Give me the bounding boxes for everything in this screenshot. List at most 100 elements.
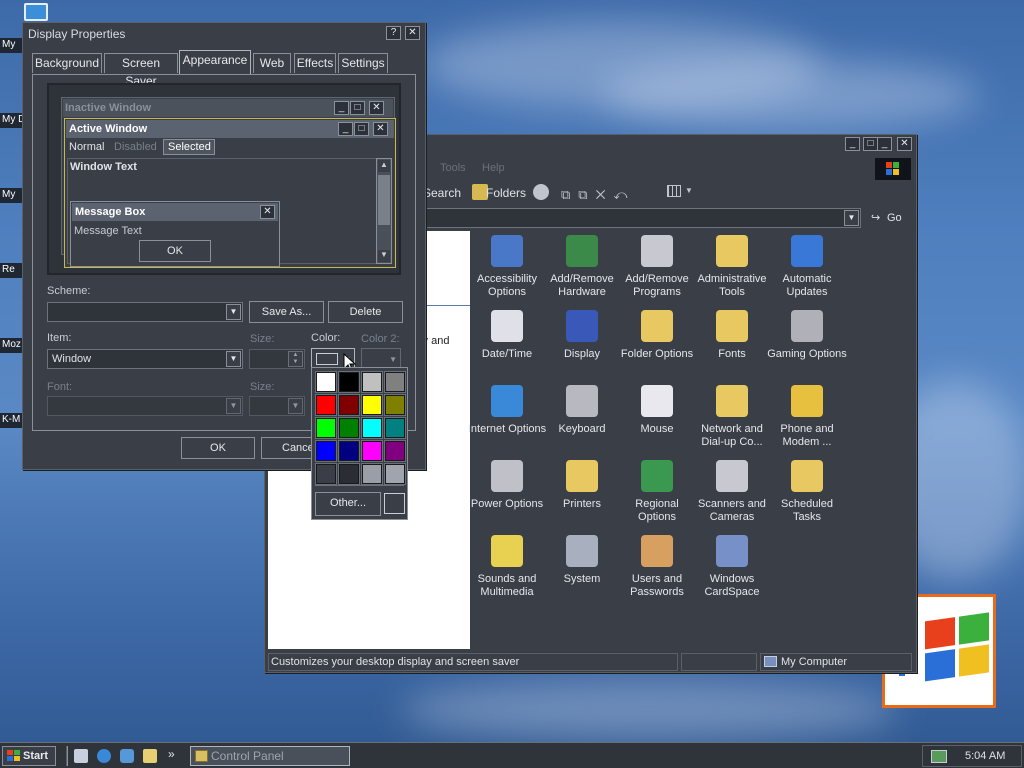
menu-help[interactable]: Help xyxy=(482,162,505,174)
scroll-up-icon[interactable]: ▲ xyxy=(378,160,390,172)
color-swatch[interactable] xyxy=(384,371,406,393)
desktop-icon-label[interactable]: My xyxy=(0,188,22,203)
control-panel-item[interactable]: Keyboard xyxy=(542,385,622,436)
color-swatch[interactable] xyxy=(361,417,383,439)
color-swatch[interactable] xyxy=(338,463,360,485)
desktop-icon-label[interactable]: My D xyxy=(0,113,22,128)
scheme-select[interactable]: ▼ xyxy=(47,302,243,322)
network-tray-icon[interactable] xyxy=(931,750,947,763)
explorer-icon[interactable] xyxy=(143,749,157,763)
clock[interactable]: 5:04 AM xyxy=(965,750,1005,762)
close-button[interactable]: ✕ xyxy=(897,137,912,151)
color-swatch[interactable] xyxy=(384,440,406,462)
desktop-icon-label[interactable]: Re xyxy=(0,263,22,278)
preview-scrollbar[interactable]: ▲ ▼ xyxy=(376,158,392,264)
control-panel-item[interactable]: Display xyxy=(542,310,622,361)
color-swatch[interactable] xyxy=(315,440,337,462)
current-color-swatch[interactable] xyxy=(384,493,405,514)
cancel-button[interactable]: Cance xyxy=(261,437,315,459)
control-panel-item[interactable]: Administrative Tools xyxy=(692,235,772,299)
tab-settings[interactable]: Settings xyxy=(338,53,388,73)
control-panel-item[interactable]: Internet Options xyxy=(467,385,547,436)
scroll-thumb[interactable] xyxy=(378,175,390,225)
scroll-down-icon[interactable]: ▼ xyxy=(378,250,390,262)
tab-screen-saver[interactable]: Screen Saver xyxy=(104,53,178,88)
minimize-button[interactable]: _ xyxy=(845,137,860,151)
save-as-button[interactable]: Save As... xyxy=(249,301,324,323)
control-panel-item[interactable]: Add/Remove Hardware xyxy=(542,235,622,299)
minimize-button[interactable]: _ xyxy=(877,137,892,151)
appearance-preview[interactable]: Inactive Window _ □ ✕ Active Window _ □ … xyxy=(47,83,401,275)
chevron-down-icon[interactable]: ▼ xyxy=(844,210,859,226)
help-button[interactable]: ? xyxy=(386,26,401,40)
control-panel-item[interactable]: Accessibility Options xyxy=(467,235,547,299)
control-panel-item[interactable]: Scanners and Cameras xyxy=(692,460,772,524)
color-swatch[interactable] xyxy=(338,394,360,416)
item-select[interactable]: Window ▼ xyxy=(47,349,243,369)
font-select[interactable]: ▼ xyxy=(47,396,243,416)
color-swatch[interactable] xyxy=(361,371,383,393)
tab-effects[interactable]: Effects xyxy=(294,53,336,73)
show-desktop-icon[interactable] xyxy=(74,749,88,763)
desktop-icon-label[interactable]: My xyxy=(0,38,22,53)
msgbox-ok-button[interactable]: OK xyxy=(139,240,211,262)
menu-normal[interactable]: Normal xyxy=(69,141,104,153)
go-button[interactable]: Go xyxy=(887,212,902,224)
spinner-arrows-icon[interactable]: ▲ ▼ xyxy=(288,351,303,367)
color-swatch[interactable] xyxy=(338,440,360,462)
control-panel-item[interactable]: Regional Options xyxy=(617,460,697,524)
color-swatch[interactable] xyxy=(384,417,406,439)
message-box-preview[interactable]: Message Box ✕ Message Text OK xyxy=(70,201,280,267)
control-panel-item[interactable]: System xyxy=(542,535,622,586)
color-swatch[interactable] xyxy=(315,417,337,439)
control-panel-item[interactable]: Automatic Updates xyxy=(767,235,847,299)
color-swatch[interactable] xyxy=(361,394,383,416)
menu-tools[interactable]: Tools xyxy=(440,162,466,174)
msgbox-title[interactable]: Message Box xyxy=(72,203,278,221)
control-panel-item[interactable]: Scheduled Tasks xyxy=(767,460,847,524)
other-color-button[interactable]: Other... xyxy=(315,492,381,516)
color-swatch[interactable] xyxy=(384,394,406,416)
address-bar[interactable]: ▼ xyxy=(425,208,861,228)
color-swatch[interactable] xyxy=(361,463,383,485)
control-panel-item[interactable]: Add/Remove Programs xyxy=(617,235,697,299)
desktop-monitor-icon[interactable] xyxy=(24,3,48,21)
go-arrow-icon[interactable]: ↪ xyxy=(871,211,880,224)
move-copy-delete-icons[interactable]: ⧉⧉✕↶ xyxy=(561,187,635,203)
control-panel-item[interactable]: Printers xyxy=(542,460,622,511)
color-swatch[interactable] xyxy=(315,371,337,393)
views-icon[interactable] xyxy=(667,185,681,197)
chevron-down-icon[interactable]: ▼ xyxy=(226,304,241,320)
tab-web[interactable]: Web xyxy=(253,53,291,73)
font-size-select[interactable]: ▼ xyxy=(249,396,305,416)
control-panel-item[interactable]: Gaming Options xyxy=(767,310,847,361)
dialog-title[interactable]: Display Properties xyxy=(25,25,423,43)
control-panel-item[interactable]: Power Options xyxy=(467,460,547,511)
color-swatch[interactable] xyxy=(315,394,337,416)
chevron-down-icon[interactable]: ▼ xyxy=(226,351,241,367)
control-panel-item[interactable]: Windows CardSpace xyxy=(692,535,772,599)
taskbar-button-control-panel[interactable]: Control Panel xyxy=(190,746,350,766)
views-dropdown-icon[interactable]: ▼ xyxy=(685,186,693,195)
menu-selected[interactable]: Selected xyxy=(163,139,215,155)
color-swatch[interactable] xyxy=(315,463,337,485)
size-spinner[interactable]: ▲ ▼ xyxy=(249,349,305,369)
menu-disabled[interactable]: Disabled xyxy=(114,141,157,153)
ok-button[interactable]: OK xyxy=(181,437,255,459)
color-swatch[interactable] xyxy=(338,371,360,393)
control-panel-item[interactable]: Users and Passwords xyxy=(617,535,697,599)
start-button[interactable]: Start xyxy=(2,746,56,766)
control-panel-item[interactable]: Mouse xyxy=(617,385,697,436)
tab-appearance[interactable]: Appearance xyxy=(179,50,251,74)
control-panel-item[interactable]: Network and Dial-up Co... xyxy=(692,385,772,449)
desktop-icon-label[interactable]: Moz xyxy=(0,338,22,353)
control-panel-item[interactable]: Folder Options xyxy=(617,310,697,361)
control-panel-item[interactable]: Phone and Modem ... xyxy=(767,385,847,449)
quicklaunch-chevron-icon[interactable]: » xyxy=(168,747,175,761)
folders-button[interactable]: Folders xyxy=(486,186,526,200)
maximize-button[interactable]: □ xyxy=(863,137,878,151)
search-button[interactable]: Search xyxy=(423,186,461,200)
control-panel-item[interactable]: Sounds and Multimedia xyxy=(467,535,547,599)
tab-background[interactable]: Background xyxy=(32,53,102,73)
desktop-icon-label[interactable]: K-M xyxy=(0,413,22,428)
